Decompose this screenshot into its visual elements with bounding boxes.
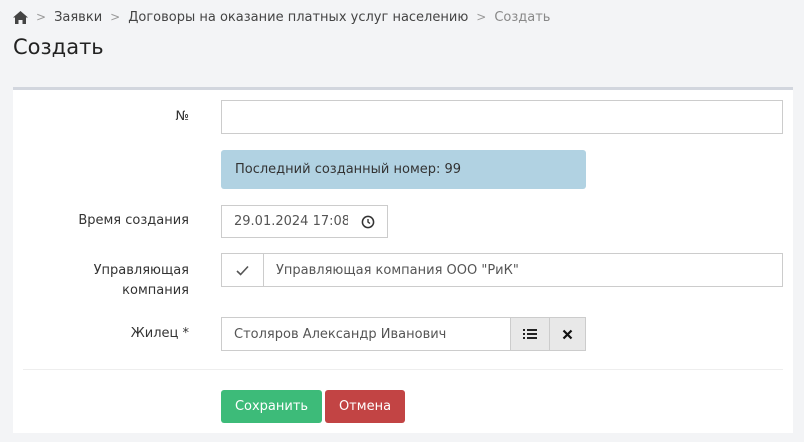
cancel-button[interactable]: Отмена: [325, 390, 405, 423]
check-icon[interactable]: [221, 253, 264, 287]
resident-input[interactable]: Столяров Александр Иванович: [221, 317, 512, 351]
created-time-label: Время создания: [78, 213, 189, 228]
breadcrumb: > Заявки > Договоры на оказание платных …: [13, 9, 550, 25]
company-label-line2: компания: [122, 283, 189, 298]
form-card: № Последний созданный номер: 99 Время со…: [13, 87, 793, 433]
last-number-info: Последний созданный номер: 99: [221, 150, 586, 189]
company-select[interactable]: Управляющая компания ООО "РиК": [263, 253, 783, 287]
resident-label: Жилец *: [130, 326, 189, 341]
home-icon[interactable]: [13, 10, 28, 24]
number-label: №: [175, 109, 189, 124]
breadcrumb-item-requests[interactable]: Заявки: [54, 10, 102, 25]
clock-icon[interactable]: [348, 205, 388, 238]
close-icon[interactable]: [549, 317, 586, 351]
form-divider: [23, 369, 783, 370]
breadcrumb-separator: >: [476, 10, 487, 24]
company-label-line1: Управляющая: [93, 263, 189, 278]
breadcrumb-separator: >: [110, 10, 121, 24]
company-label: Управляющая компания: [94, 261, 189, 301]
list-icon[interactable]: [510, 317, 550, 351]
page-title: Создать: [13, 35, 104, 59]
breadcrumb-item-current: Создать: [494, 9, 551, 25]
number-input[interactable]: [221, 100, 783, 134]
save-button[interactable]: Сохранить: [221, 390, 322, 423]
breadcrumb-item-contracts[interactable]: Договоры на оказание платных услуг насел…: [128, 10, 468, 25]
created-time-input[interactable]: 29.01.2024 17:08: [221, 205, 349, 238]
breadcrumb-separator: >: [36, 10, 47, 24]
